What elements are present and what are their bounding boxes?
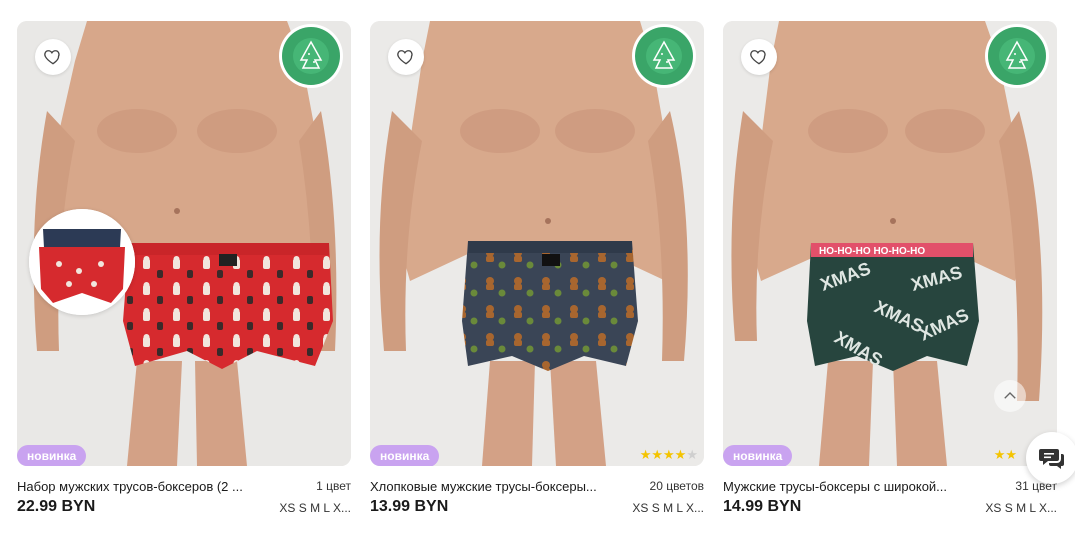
rating-star-icons: ★★ <box>993 447 1017 462</box>
waistband-print: HO-HO-HO HO-HO-HO <box>819 246 925 257</box>
product-card[interactable]: HO-HO-HO HO-HO-HO XMAS XMAS XMAS XMAS XM… <box>723 21 1057 521</box>
product-price: 14.99 BYN <box>723 498 802 515</box>
product-title[interactable]: Мужские трусы-боксеры с широкой... <box>723 479 963 494</box>
product-card[interactable]: новинка Набор мужских трусов-боксеров (2… <box>17 21 351 521</box>
half-star-icon: ★ <box>686 447 698 462</box>
product-price: 13.99 BYN <box>370 498 449 515</box>
new-badge: новинка <box>17 445 87 466</box>
chevron-up-icon <box>1004 392 1016 399</box>
christmas-tree-icon <box>635 27 693 85</box>
package-inset-image <box>29 209 135 315</box>
rating-stars: ★★★★★ <box>640 447 698 463</box>
rating-stars: ★★ <box>994 447 1017 463</box>
product-title[interactable]: Набор мужских трусов-боксеров (2 ... <box>17 479 257 494</box>
product-title[interactable]: Хлопковые мужские трусы-боксеры... <box>370 479 610 494</box>
heart-outline-icon <box>397 50 413 65</box>
chat-button[interactable] <box>1026 432 1075 484</box>
favorite-button[interactable] <box>35 39 71 75</box>
favorite-button[interactable] <box>388 39 424 75</box>
product-card[interactable]: новинка ★★★★★ Хлопковые мужские трусы-бо… <box>370 21 704 521</box>
color-count: 1 цвет <box>316 479 351 493</box>
christmas-tree-icon <box>988 27 1046 85</box>
scroll-to-top-button[interactable] <box>994 380 1026 412</box>
size-list: XS S M L X... <box>632 501 704 515</box>
product-price: 22.99 BYN <box>17 498 96 515</box>
christmas-tree-icon <box>282 27 340 85</box>
heart-outline-icon <box>750 50 766 65</box>
new-year-collection-seal <box>279 24 343 88</box>
favorite-button[interactable] <box>741 39 777 75</box>
heart-outline-icon <box>44 50 60 65</box>
new-year-collection-seal <box>632 24 696 88</box>
product-grid: новинка Набор мужских трусов-боксеров (2… <box>0 0 1075 540</box>
rating-star-icons: ★★★★ <box>639 447 687 462</box>
new-year-collection-seal <box>985 24 1049 88</box>
product-image[interactable]: новинка ★★★★★ <box>370 21 704 466</box>
new-badge: новинка <box>370 445 440 466</box>
color-count: 20 цветов <box>649 479 704 493</box>
chat-bubbles-icon <box>1039 449 1064 469</box>
size-list: XS S M L X... <box>985 501 1057 515</box>
product-image[interactable]: новинка <box>17 21 351 466</box>
size-list: XS S M L X... <box>279 501 351 515</box>
new-badge: новинка <box>723 445 793 466</box>
